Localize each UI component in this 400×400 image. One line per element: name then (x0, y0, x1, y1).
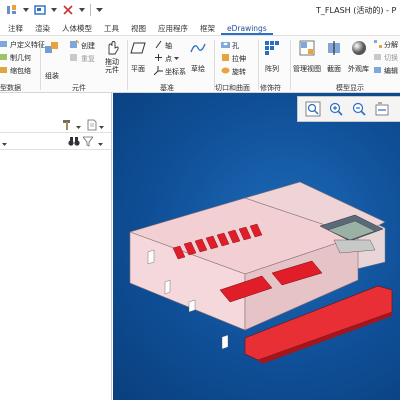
dropdown-icon[interactable] (23, 4, 29, 16)
manage-views-icon (299, 40, 315, 56)
appearance-gallery-button[interactable]: 外观库 (348, 40, 369, 73)
chevron-down-icon[interactable] (98, 140, 103, 149)
hand-drag-icon (108, 41, 119, 55)
dropdown-icon[interactable] (79, 4, 85, 16)
csys-icon (153, 66, 163, 77)
csys-button[interactable]: 坐标系 (153, 66, 186, 77)
point-icon (154, 53, 163, 64)
tflash-connector-model (129, 181, 393, 364)
toggle-icon (374, 53, 382, 63)
repaint-icon[interactable] (372, 99, 392, 119)
zoom-in-icon[interactable] (326, 99, 346, 119)
quick-access-toolbar (6, 4, 103, 16)
model-tree-toolbar (0, 117, 111, 133)
copy-geometry-icon (0, 53, 8, 63)
separator (90, 4, 91, 16)
tab-framework[interactable]: 框架 (194, 22, 221, 35)
regenerate-icon[interactable] (6, 4, 18, 16)
shrinkwrap-item[interactable]: 缩包络 (0, 66, 31, 76)
separator (258, 40, 259, 90)
filter-icon[interactable] (82, 136, 94, 149)
tab-edrawings[interactable]: eDrawings (221, 22, 273, 35)
customize-qat-icon[interactable] (96, 4, 103, 16)
chevron-down-icon[interactable] (174, 55, 179, 63)
explode-view-button[interactable]: 分解 (374, 40, 398, 50)
group-label-model-display: 模型显示 (336, 84, 364, 92)
graphics-toolbar (297, 96, 400, 122)
tab-tools[interactable]: 工具 (98, 22, 125, 35)
group-label-components: 元件 (72, 84, 86, 92)
group-label-model-data: 型数据 (0, 84, 21, 92)
zoom-out-icon[interactable] (349, 99, 369, 119)
section-icon (328, 41, 340, 55)
appearance-sphere-icon (351, 41, 366, 55)
repeat-component-button[interactable]: 重复 (70, 53, 95, 64)
sketch-icon (190, 43, 206, 53)
tab-annotate[interactable]: 注释 (0, 22, 29, 35)
window-title: T_FLASH (活动的) - P (316, 6, 397, 15)
repeat-icon (70, 53, 79, 64)
assemble-button[interactable]: 组装 (44, 40, 60, 80)
group-label-modifiers: 修饰符 (260, 84, 281, 92)
pattern-icon (265, 41, 279, 55)
close-window-icon[interactable] (62, 4, 74, 16)
manage-views-button[interactable]: 管理视图 (293, 40, 321, 73)
group-label-cut-surface: 切口和曲面 (215, 84, 250, 92)
zoom-fit-icon[interactable] (303, 99, 323, 119)
section-button[interactable]: 截面 (326, 40, 342, 73)
toggle-explode-button[interactable]: 切换 (374, 53, 398, 63)
extrude-icon (221, 53, 230, 64)
separator (290, 40, 291, 90)
assemble-icon (45, 42, 58, 53)
plane-icon (130, 42, 146, 54)
hole-icon (221, 40, 230, 51)
revolve-button[interactable]: 旋转 (221, 66, 246, 77)
ribbon: 户定义特征 制几何 缩包络 型数据 组装 创建 重复 拖动 元件 元件 平面 轴… (0, 35, 400, 93)
binoculars-icon[interactable] (68, 136, 80, 149)
chevron-down-icon[interactable] (76, 123, 81, 132)
title-bar: T_FLASH (活动的) - P (0, 0, 400, 22)
ribbon-tabs: 注释 渲染 人体模型 工具 视图 应用程序 框架 eDrawings (0, 22, 400, 35)
model-tree-panel (0, 93, 112, 400)
axis-icon (154, 40, 163, 51)
udf-icon (0, 40, 8, 50)
graphics-viewport[interactable] (113, 93, 400, 400)
tab-view[interactable]: 视图 (125, 22, 152, 35)
plane-button[interactable]: 平面 (130, 40, 146, 73)
point-button[interactable]: 点 (154, 53, 179, 64)
tab-applications[interactable]: 应用程序 (152, 22, 194, 35)
copy-geometry-item[interactable]: 制几何 (0, 53, 31, 63)
group-label-datum: 基准 (160, 84, 174, 92)
user-defined-feature-item[interactable]: 户定义特征 (0, 40, 45, 50)
document-icon[interactable] (87, 119, 97, 133)
create-icon (70, 39, 80, 51)
hole-button[interactable]: 孔 (221, 40, 239, 51)
separator (40, 40, 41, 90)
hammer-settings-icon[interactable] (62, 119, 74, 133)
create-component-button[interactable]: 创建 (70, 39, 95, 51)
extrude-button[interactable]: 拉伸 (221, 53, 246, 64)
shrinkwrap-icon (0, 66, 8, 76)
revolve-icon (221, 66, 230, 77)
edit-position-button[interactable]: 编辑 (374, 66, 398, 76)
explode-icon (374, 40, 382, 50)
sketch-button[interactable]: 草绘 (190, 40, 206, 73)
dropdown-icon[interactable] (51, 4, 57, 16)
dropdown-icon[interactable] (2, 140, 7, 149)
drag-components-button[interactable]: 拖动 元件 (104, 40, 120, 74)
edit-position-icon (374, 66, 382, 76)
tab-render[interactable]: 渲染 (29, 22, 56, 35)
chevron-down-icon[interactable] (99, 123, 104, 132)
axis-button[interactable]: 轴 (154, 40, 172, 51)
windows-icon[interactable] (34, 4, 46, 16)
pattern-button[interactable]: 阵列 (264, 40, 280, 73)
tab-manikin[interactable]: 人体模型 (56, 22, 98, 35)
separator (127, 40, 128, 90)
model-tree-filter-bar (0, 134, 111, 150)
